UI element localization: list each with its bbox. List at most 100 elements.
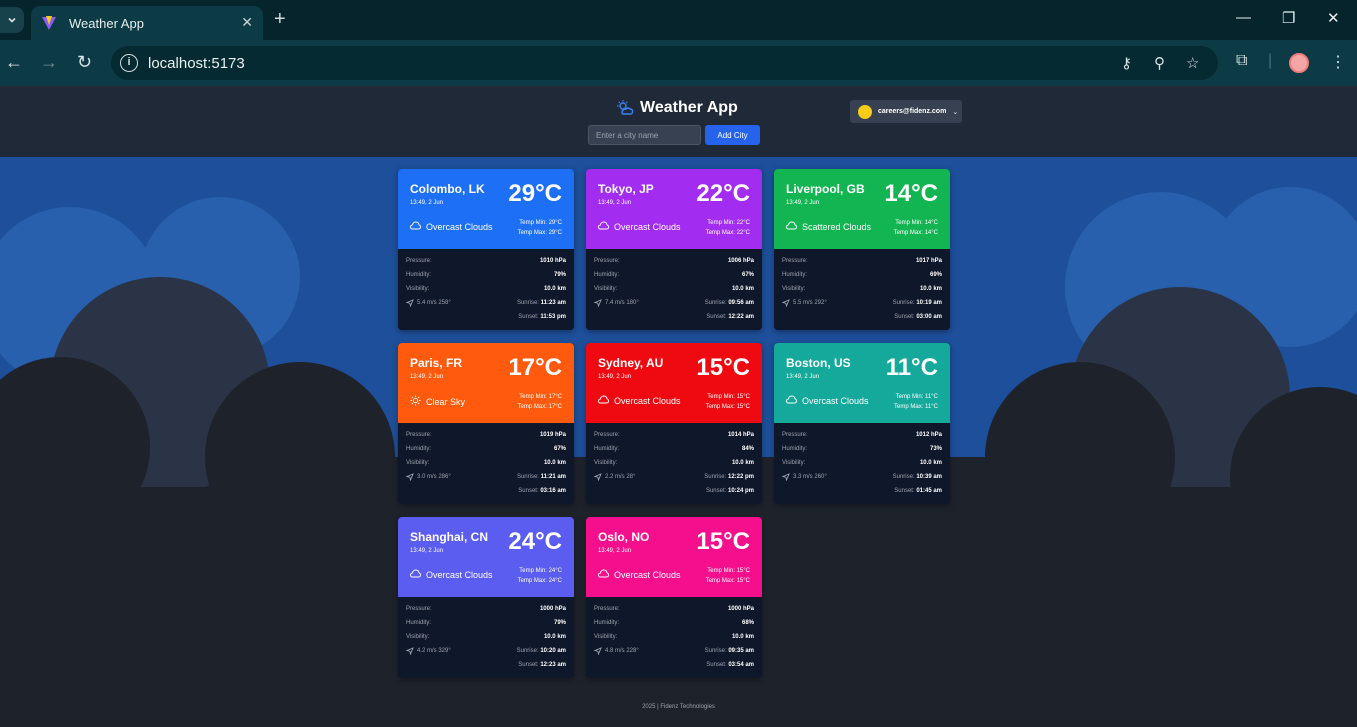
temp-range: Temp Min: 17°C Temp Max: 17°C (518, 392, 562, 412)
visibility-value: 10.0 km (731, 634, 754, 640)
weather-card-paris[interactable]: Paris, FR 13:49, 2 Jun 17°C Clear Sky Te… (398, 343, 574, 504)
tab-title: Weather App (69, 15, 144, 31)
visibility-row: Visibility: 10.0 km (782, 458, 942, 468)
temperature: 15°C (696, 528, 750, 555)
sun-icon (410, 395, 426, 408)
address-bar[interactable]: i localhost:5173 ⚷ ⚲ ☆ (111, 46, 1218, 80)
sunset-row: Sunset: 01:45 am (782, 486, 942, 496)
pressure-label: Pressure: (782, 258, 808, 264)
sunset-row: Sunset: 10:24 pm (594, 486, 754, 496)
cloud-icon (410, 221, 426, 232)
humidity-row: Humidity: 68% (594, 618, 754, 628)
weather-condition: Scattered Clouds (786, 221, 871, 232)
city-name: Paris, FR (410, 356, 463, 370)
wind-info: 4.8 m/s 228° (594, 646, 639, 656)
extensions-icon[interactable]: ⧉ (1236, 52, 1247, 70)
sunset-row: Sunset: 11:53 pm (406, 312, 566, 322)
humidity-label: Humidity: (594, 446, 620, 452)
sunrise-value: 09:35 am (728, 648, 754, 654)
temp-min-value: 17°C (548, 394, 562, 400)
sunrise-label: Sunrise: (516, 300, 539, 306)
user-menu-button[interactable]: careers@fidenz.com ⌄ (850, 100, 962, 123)
weather-card-sydney[interactable]: Sydney, AU 13:49, 2 Jun 15°C Overcast Cl… (586, 343, 762, 504)
browser-toolbar: ← → ↻ i localhost:5173 ⚷ ⚲ ☆ ⧉ | ⋮ (0, 40, 1357, 86)
humidity-value: 67% (553, 446, 566, 452)
city-name: Sydney, AU (598, 356, 664, 370)
temp-range: Temp Min: 11°C Temp Max: 11°C (894, 392, 938, 412)
key-icon[interactable]: ⚷ (1121, 54, 1132, 72)
card-details: Pressure: 1000 hPa Humidity: 68% Visibilit… (586, 597, 762, 678)
city-name: Tokyo, JP (598, 182, 654, 196)
browser-tab-bar: Weather App ✕ + — ❐ ✕ (0, 0, 1357, 40)
zoom-icon[interactable]: ⚲ (1154, 54, 1165, 72)
pressure-label: Pressure: (594, 258, 620, 264)
sunrise-value: 12:22 pm (727, 474, 754, 480)
close-window-icon[interactable]: ✕ (1327, 9, 1340, 27)
weather-condition: Overcast Clouds (598, 221, 681, 232)
temperature: 24°C (508, 528, 562, 555)
temperature: 14°C (884, 180, 938, 207)
card-header: Shanghai, CN 13:49, 2 Jun 24°C Overcast … (398, 517, 574, 597)
temp-max-value: 14°C (924, 230, 938, 236)
sunset-value: 11:53 pm (540, 314, 566, 320)
footer-text: 2025 | Fidenz Technologies (642, 704, 715, 710)
sunrise-info: Sunrise: 10:39 am (893, 472, 942, 482)
condition-text: Overcast Clouds (426, 569, 493, 580)
humidity-value: 67% (741, 272, 754, 278)
card-details: Pressure: 1017 hPa Humidity: 69% Visibilit… (774, 249, 950, 330)
wind-direction-icon (406, 647, 414, 655)
pressure-label: Pressure: (594, 432, 620, 438)
wind-direction-icon (782, 473, 790, 481)
new-tab-button[interactable]: + (274, 8, 286, 31)
restore-icon[interactable]: ❐ (1282, 9, 1295, 27)
menu-dots-icon[interactable]: ⋮ (1330, 52, 1346, 72)
pressure-label: Pressure: (406, 258, 432, 264)
temp-range: Temp Min: 29°C Temp Max: 29°C (518, 218, 562, 238)
sunset-value: 03:00 am (916, 314, 942, 320)
humidity-label: Humidity: (406, 446, 432, 452)
wind-direction-icon (406, 299, 414, 307)
wind-value: 2.2 m/s 28° (605, 474, 636, 480)
visibility-label: Visibility: (782, 460, 806, 466)
tab-search-button[interactable] (0, 7, 24, 33)
wind-value: 5.5 m/s 292° (793, 300, 827, 306)
city-name: Boston, US (786, 356, 851, 370)
visibility-value: 10.0 km (731, 286, 754, 292)
reload-icon[interactable]: ↻ (77, 52, 92, 73)
add-city-button[interactable]: Add City (705, 125, 760, 145)
temperature: 22°C (696, 180, 750, 207)
toolbar-divider: | (1268, 52, 1273, 69)
weather-card-shanghai[interactable]: Shanghai, CN 13:49, 2 Jun 24°C Overcast … (398, 517, 574, 678)
weather-card-oslo[interactable]: Oslo, NO 13:49, 2 Jun 15°C Overcast Clou… (586, 517, 762, 678)
temp-min-label: Temp Min: (707, 568, 735, 574)
sunset-label: Sunset: (518, 662, 539, 668)
card-header: Tokyo, JP 13:49, 2 Jun 22°C Overcast Clo… (586, 169, 762, 249)
weather-card-liverpool[interactable]: Liverpool, GB 13:49, 2 Jun 14°C Scattere… (774, 169, 950, 330)
sunset-info: Sunset: 11:53 pm (518, 312, 566, 322)
humidity-row: Humidity: 79% (406, 270, 566, 280)
back-icon[interactable]: ← (5, 52, 23, 73)
condition-text: Clear Sky (426, 396, 466, 407)
cloud-icon (786, 221, 802, 232)
sunset-info: Sunset: 01:45 am (894, 486, 942, 496)
card-details: Pressure: 1010 hPa Humidity: 79% Visibilit… (398, 249, 574, 330)
sunrise-label: Sunrise: (892, 474, 915, 480)
minimize-icon[interactable]: — (1236, 9, 1251, 26)
card-header: Sydney, AU 13:49, 2 Jun 15°C Overcast Cl… (586, 343, 762, 423)
sunrise-info: Sunrise: 11:23 am (517, 298, 566, 308)
sunset-label: Sunset: (518, 488, 539, 494)
city-search-input[interactable] (588, 125, 701, 145)
weather-card-tokyo[interactable]: Tokyo, JP 13:49, 2 Jun 22°C Overcast Clo… (586, 169, 762, 330)
close-tab-icon[interactable]: ✕ (241, 14, 253, 31)
forward-icon[interactable]: → (40, 52, 58, 73)
bookmark-star-icon[interactable]: ☆ (1186, 54, 1199, 72)
profile-avatar[interactable] (1289, 53, 1309, 73)
site-info-icon[interactable]: i (120, 54, 138, 72)
temp-max-label: Temp Max: (894, 404, 924, 410)
visibility-label: Visibility: (594, 286, 618, 292)
humidity-row: Humidity: 84% (594, 444, 754, 454)
browser-tab[interactable]: Weather App ✕ (31, 6, 263, 40)
weather-card-boston[interactable]: Boston, US 13:49, 2 Jun 11°C Overcast Cl… (774, 343, 950, 504)
weather-card-colombo[interactable]: Colombo, LK 13:49, 2 Jun 29°C Overcast C… (398, 169, 574, 330)
card-details: Pressure: 1006 hPa Humidity: 67% Visibilit… (586, 249, 762, 330)
